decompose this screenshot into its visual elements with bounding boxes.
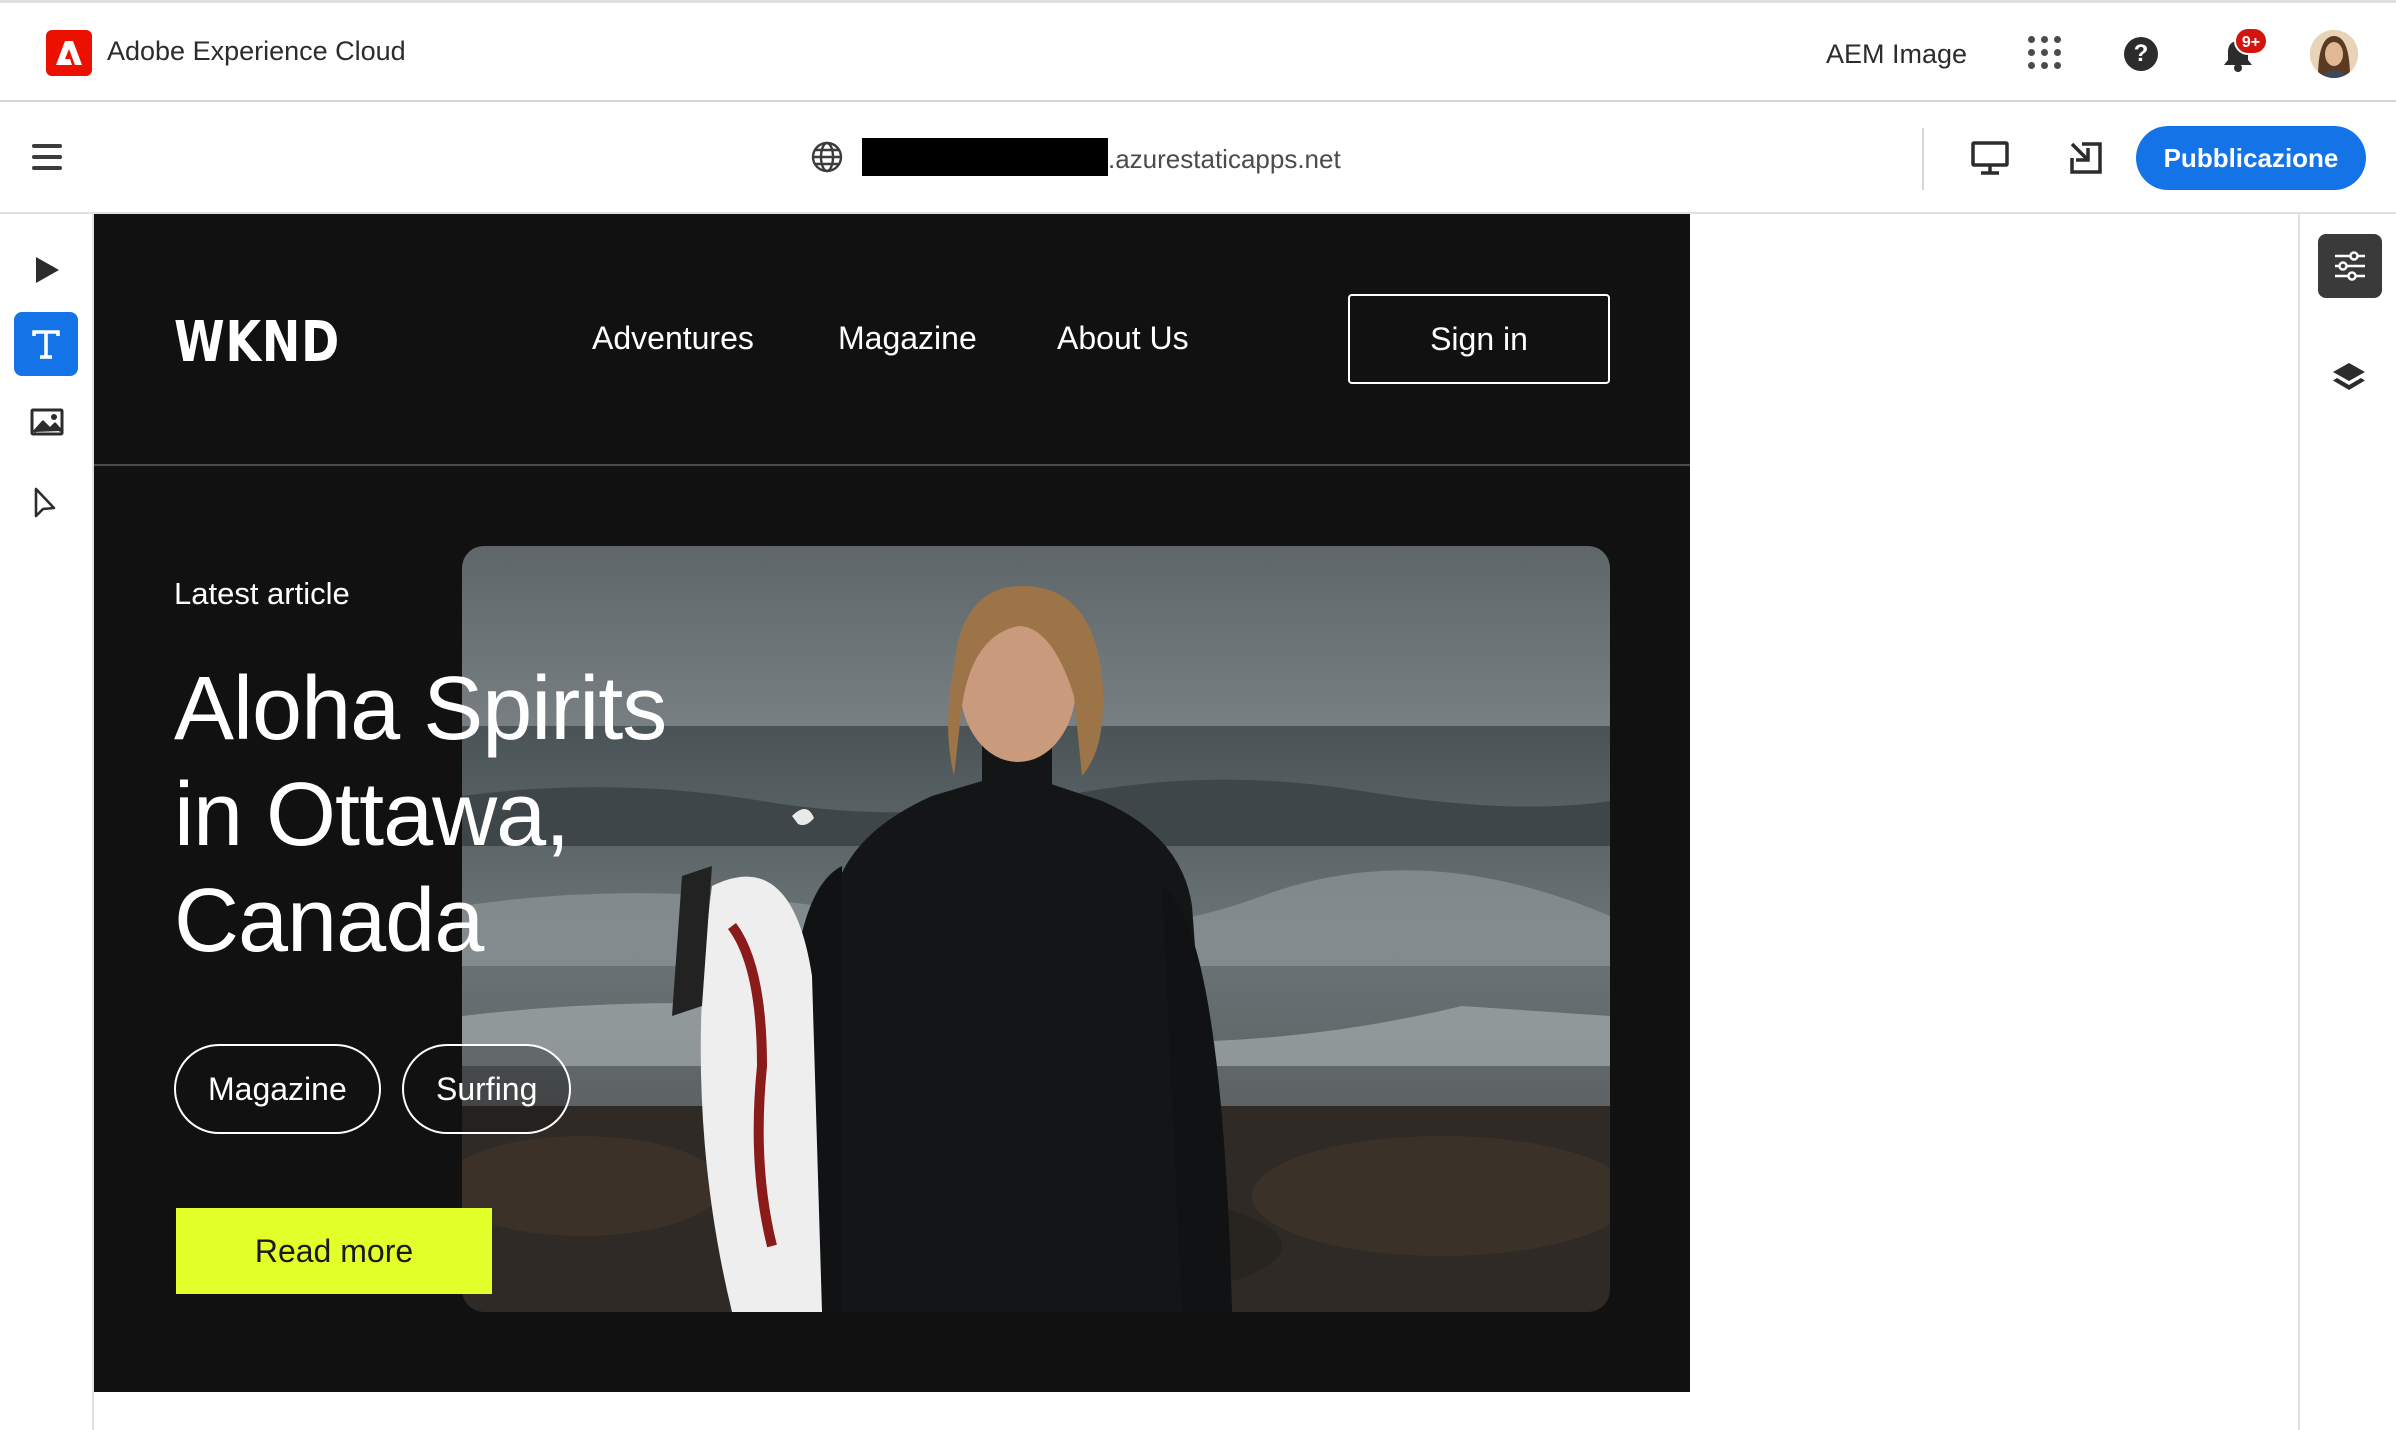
help-icon[interactable]: ?: [2124, 37, 2158, 71]
eyebrow-label: Latest article: [174, 576, 350, 611]
org-switcher[interactable]: AEM Image: [1826, 39, 1967, 70]
globe-icon: [810, 140, 844, 179]
url-suffix[interactable]: .azurestaticapps.net: [1108, 144, 1341, 175]
publish-button[interactable]: Pubblicazione: [2136, 126, 2366, 190]
open-external-icon[interactable]: [2068, 140, 2104, 181]
text-tool-icon[interactable]: [14, 312, 78, 376]
left-tool-rail: [0, 214, 94, 1430]
properties-sliders-icon[interactable]: [2318, 234, 2382, 298]
shell-header: Adobe Experience Cloud AEM Image ? 9+: [0, 0, 2396, 102]
header-divider: [94, 464, 1690, 466]
hero-title-line: in Ottawa,: [174, 765, 570, 865]
right-panel-rail: [2298, 214, 2396, 1430]
hero-title[interactable]: Aloha Spirits in Ottawa, Canada: [174, 656, 794, 974]
tag-magazine[interactable]: Magazine: [174, 1044, 381, 1134]
image-tool-icon[interactable]: [14, 390, 78, 454]
apps-grid-icon[interactable]: [2028, 36, 2062, 70]
desktop-icon[interactable]: [1970, 140, 2010, 181]
sign-in-button[interactable]: Sign in: [1348, 294, 1610, 384]
nav-about-us[interactable]: About Us: [1057, 320, 1189, 357]
menu-icon[interactable]: [32, 144, 62, 170]
select-pointer-icon[interactable]: [14, 470, 78, 534]
tag-surfing[interactable]: Surfing: [402, 1044, 572, 1134]
product-name[interactable]: Adobe Experience Cloud: [107, 36, 406, 67]
user-avatar[interactable]: [2310, 30, 2358, 78]
hero-title-line: Canada: [174, 871, 484, 971]
redacted-hostname: [862, 138, 1108, 176]
editor-toolbar: .azurestaticapps.net Pubblicazione: [0, 102, 2396, 214]
site-preview-frame: WKND Adventures Magazine About Us Sign i…: [94, 214, 1690, 1392]
nav-adventures[interactable]: Adventures: [592, 320, 754, 357]
hero-title-line: Aloha Spirits: [174, 659, 667, 759]
notification-badge[interactable]: 9+: [2234, 27, 2268, 55]
adobe-logo-icon[interactable]: [46, 30, 92, 76]
read-more-button[interactable]: Read more: [176, 1208, 492, 1294]
site-logo[interactable]: WKND: [174, 310, 340, 375]
toolbar-divider: [1922, 128, 1924, 190]
preview-play-icon[interactable]: [14, 238, 78, 302]
layers-icon[interactable]: [2330, 360, 2368, 403]
nav-magazine[interactable]: Magazine: [838, 320, 977, 357]
